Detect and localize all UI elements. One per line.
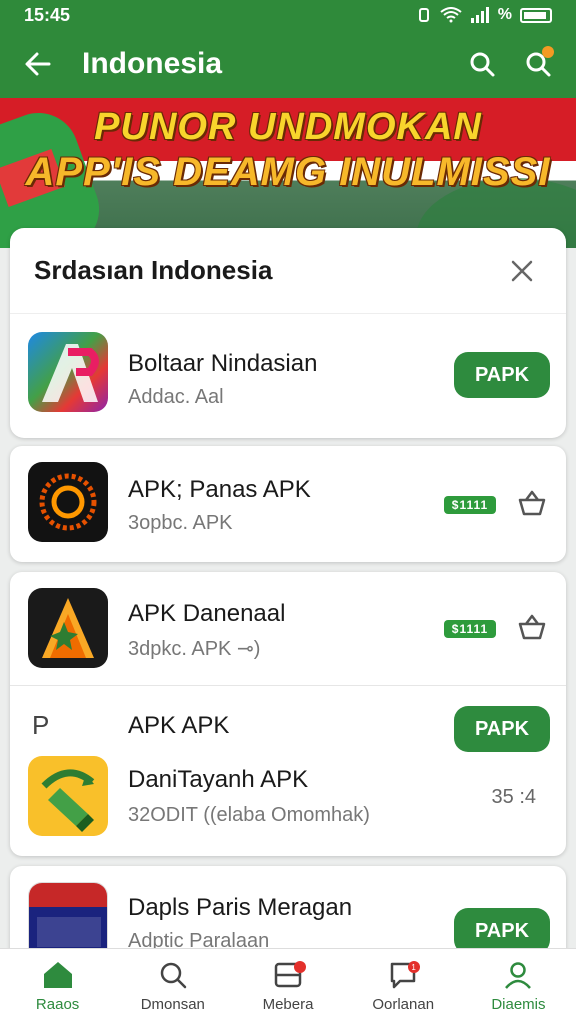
app-icon (28, 462, 108, 542)
battery-icon (520, 7, 552, 23)
status-bar: 15:45 % (0, 0, 576, 30)
nav-label: Raaos (35, 996, 80, 1013)
install-button[interactable]: PAPK (454, 706, 550, 752)
search-icon (470, 52, 495, 77)
results-group: APK Danenaal 3dpkc. APK ⊸) $1111 P APK A… (10, 572, 566, 856)
price-chip: $1111 (444, 620, 496, 638)
app-rating: 35 :4 (491, 786, 536, 808)
notification-badge: 1 (407, 961, 420, 973)
bottom-navigation: Raaos Dmonsan Mebera 1 Oorlanan Diaemis (0, 948, 576, 1024)
nav-inbox[interactable]: Mebera (230, 949, 345, 1024)
page-title: Indonesia (82, 47, 223, 80)
app-name: Dapls Paris Meragan (128, 894, 353, 921)
app-icon (28, 588, 108, 668)
wifi-icon (440, 7, 462, 23)
app-name: Boltaar Nindasian (128, 350, 318, 377)
app-prefix-letter: P (32, 710, 50, 740)
list-item[interactable]: APK Danenaal 3dpkc. APK ⊸) $1111 (10, 572, 566, 686)
app-icon (28, 332, 108, 412)
back-button[interactable] (8, 30, 68, 98)
app-name: DaniTayanh APK (128, 766, 309, 793)
promo-banner[interactable]: PUNOR UNDMOKAN APP'IS DEAMG INULMISSI (0, 98, 576, 248)
nav-profile[interactable]: Diaemis (461, 949, 576, 1024)
vibrate-icon (418, 8, 429, 22)
battery-percent: % (497, 6, 512, 23)
list-item[interactable]: P APK APK PAPK (10, 688, 566, 758)
sheet-title: Srdasıan Indonesia (34, 255, 273, 285)
app-icon (28, 756, 108, 836)
nav-search[interactable]: Dmonsan (115, 949, 230, 1024)
arrow-left-icon (25, 52, 51, 76)
nav-label: Diaemis (491, 996, 546, 1013)
cell-signal-icon (470, 7, 489, 23)
close-icon (511, 260, 533, 281)
banner-headline: PUNOR UNDMOKAN (94, 106, 482, 148)
search-button[interactable] (454, 30, 510, 98)
profile-icon (505, 962, 532, 989)
notification-dot (542, 46, 554, 58)
install-button[interactable]: PAPK (454, 352, 550, 398)
basket-icon[interactable] (516, 612, 548, 644)
app-name: APK APK (128, 712, 230, 739)
basket-icon[interactable] (516, 488, 548, 520)
app-bar: Indonesia (0, 30, 576, 98)
app-subtitle: 3opbc. APK (128, 512, 233, 534)
search-icon (160, 962, 187, 989)
nav-label: Dmonsan (140, 996, 205, 1013)
app-subtitle: Addac. Aal (128, 386, 224, 408)
notification-badge (294, 961, 307, 973)
status-time: 15:45 (24, 4, 71, 25)
close-button[interactable] (502, 251, 542, 291)
nav-label: Mebera (262, 996, 314, 1013)
nav-label: Oorlanan (372, 996, 435, 1013)
home-icon (43, 962, 72, 988)
list-item[interactable]: Boltaar Nindasian Addac. Aal PAPK (10, 324, 566, 428)
app-name: APK Danenaal (128, 600, 286, 627)
notification-search-button[interactable] (510, 30, 566, 98)
list-item[interactable]: DaniTayanh APK 32ODIT ((elaba Omomhak) 3… (10, 752, 566, 852)
nav-messages[interactable]: 1 Oorlanan (346, 949, 461, 1024)
app-name: APK; Panas APK (128, 476, 311, 503)
status-icons: % (416, 6, 552, 24)
app-subtitle: 32ODIT ((elaba Omomhak) (128, 804, 370, 826)
banner-subheadline: APP'IS DEAMG INULMISSI (25, 150, 551, 194)
app-subtitle: 3dpkc. APK ⊸) (128, 638, 261, 660)
nav-home[interactable]: Raaos (0, 949, 115, 1024)
sheet-header: Srdasıan Indonesia (10, 228, 566, 314)
list-item[interactable]: APK; Panas APK 3opbc. APK $1111 (10, 446, 566, 562)
price-chip: $1111 (444, 496, 496, 514)
results-sheet: Srdasıan Indonesia Boltaar Nindasian Add… (10, 228, 566, 438)
